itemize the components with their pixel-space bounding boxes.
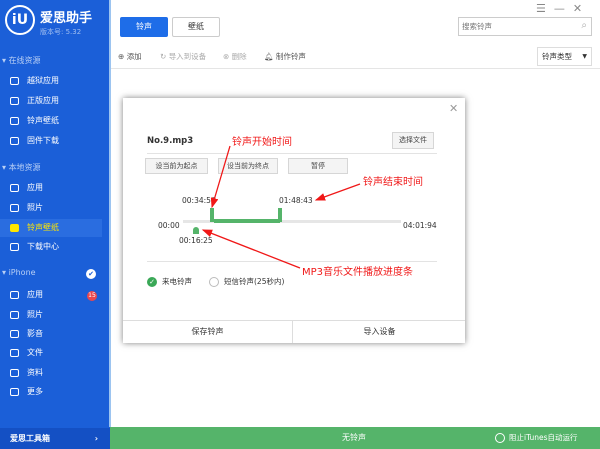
annotation-arrows <box>201 145 361 269</box>
block-itunes-label: 阻止iTunes自动运行 <box>509 433 578 442</box>
status-bar: 无铃声 阻止iTunes自动运行 <box>110 427 600 449</box>
block-itunes-toggle[interactable]: 阻止iTunes自动运行 <box>495 427 578 449</box>
end-arrow <box>314 183 361 201</box>
progress-arrow <box>201 229 301 269</box>
start-arrow <box>210 145 231 209</box>
annotation-progress: MP3音乐文件播放进度条 <box>302 267 414 278</box>
radio-unchecked-icon <box>495 433 505 443</box>
annotation-start: 铃声开始时间 <box>232 137 292 148</box>
annotation-end: 铃声结束时间 <box>363 177 423 188</box>
status-text: 无铃声 <box>342 433 366 442</box>
